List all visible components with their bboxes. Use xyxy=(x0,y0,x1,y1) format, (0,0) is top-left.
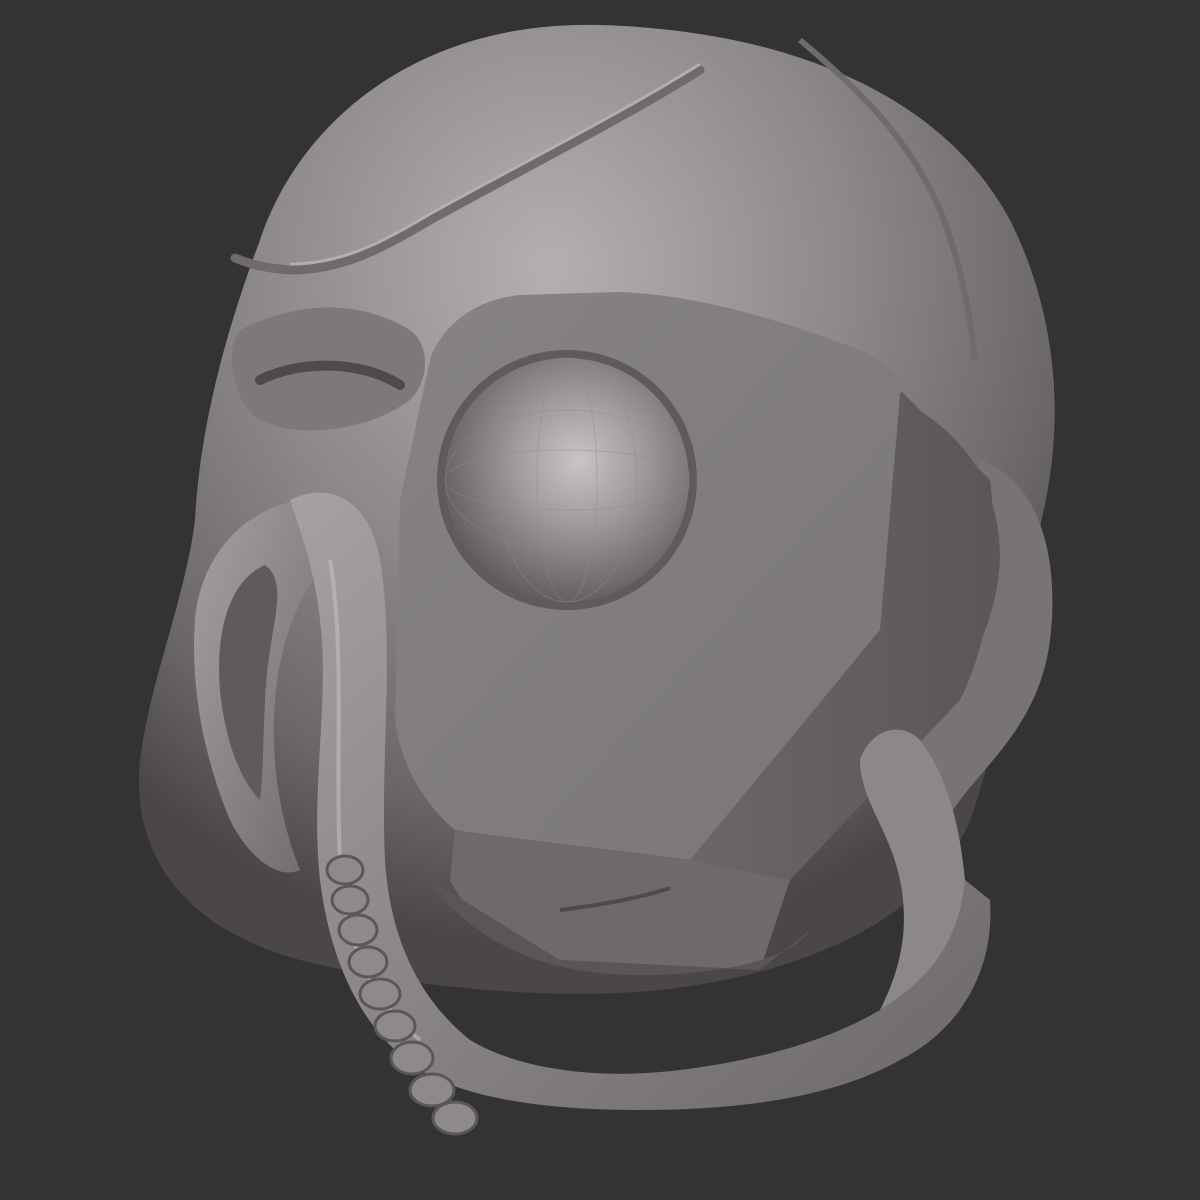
eyeball-sphere xyxy=(445,358,689,602)
skull-render xyxy=(138,24,1055,1136)
sculpt-viewport[interactable] xyxy=(0,0,1200,1200)
